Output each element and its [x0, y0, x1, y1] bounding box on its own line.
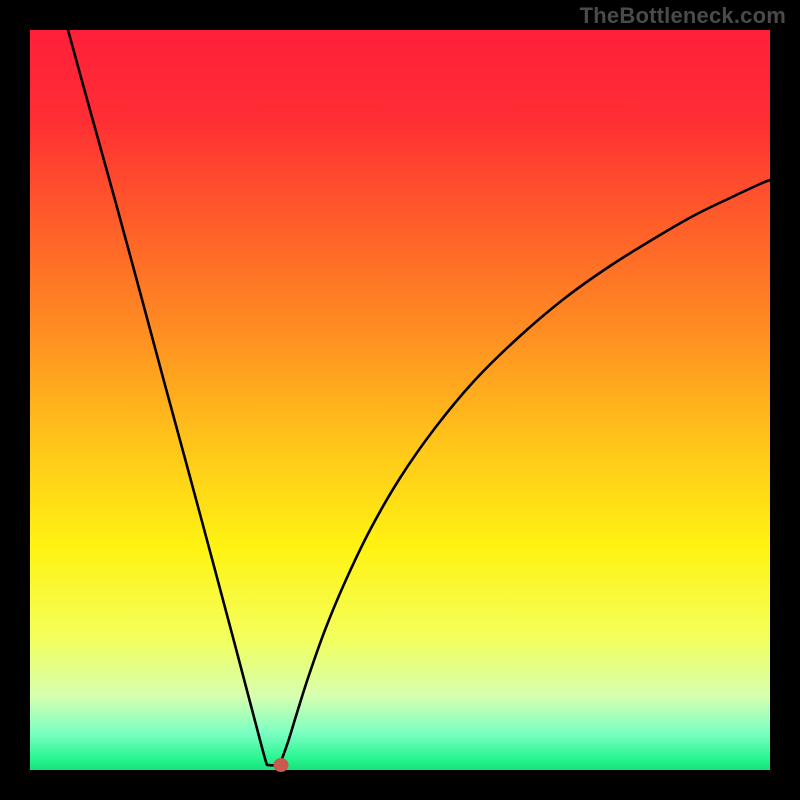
chart-frame: TheBottleneck.com [0, 0, 800, 800]
curve-layer [30, 30, 770, 770]
gradient-background [30, 30, 770, 770]
watermark-text: TheBottleneck.com [580, 3, 786, 29]
minimum-marker [274, 758, 289, 772]
plot-area [30, 30, 770, 770]
